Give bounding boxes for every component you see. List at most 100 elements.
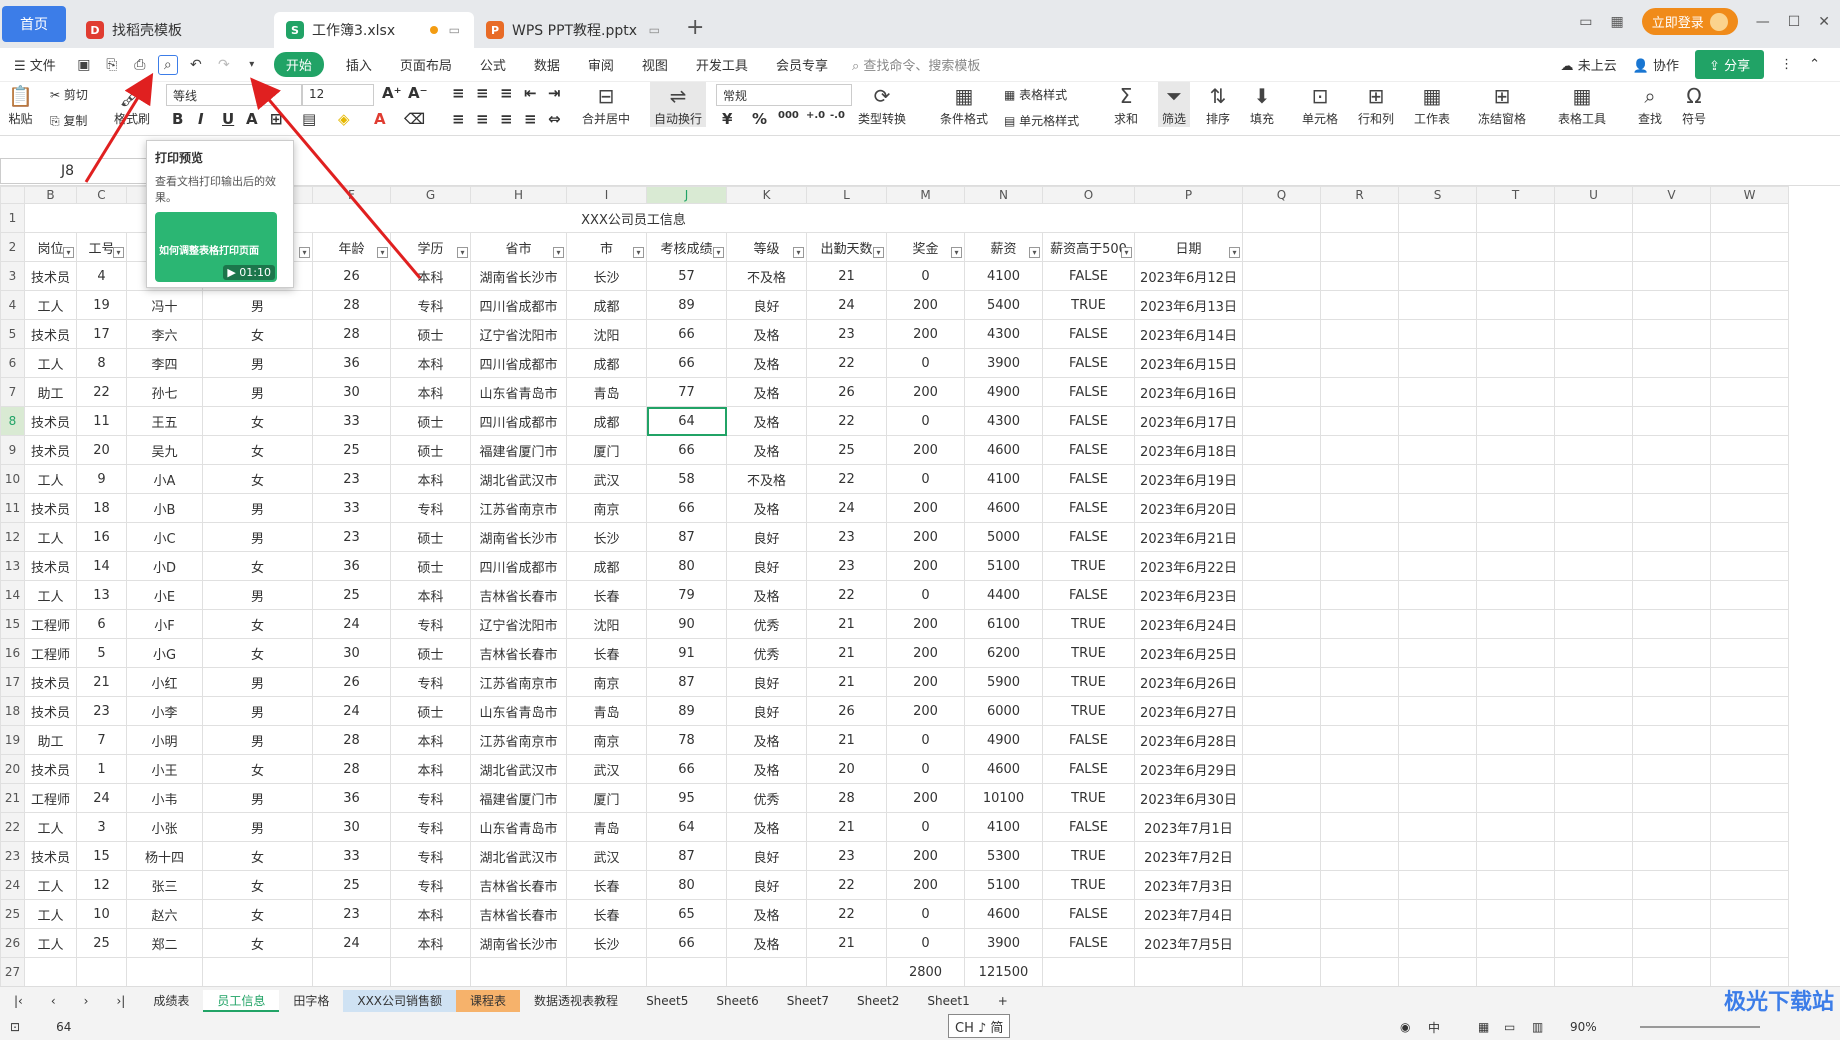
sheet-tab[interactable]: XXX公司销售额 bbox=[343, 989, 457, 1012]
row-header[interactable]: 8 bbox=[0, 406, 25, 436]
empty-cell[interactable] bbox=[1242, 899, 1321, 929]
table-cell[interactable]: 冯十 bbox=[126, 290, 203, 320]
row-header[interactable]: 10 bbox=[0, 464, 25, 494]
table-cell[interactable]: 25 bbox=[312, 435, 391, 465]
table-cell[interactable]: 200 bbox=[886, 377, 965, 407]
table-cell[interactable]: 200 bbox=[886, 870, 965, 900]
table-cell[interactable]: 南京 bbox=[566, 493, 647, 523]
table-cell[interactable]: 95 bbox=[646, 783, 727, 813]
table-cell[interactable]: 28 bbox=[312, 290, 391, 320]
table-cell[interactable]: 200 bbox=[886, 435, 965, 465]
table-cell[interactable]: 专科 bbox=[390, 290, 471, 320]
table-cell[interactable]: 28 bbox=[312, 725, 391, 755]
table-cell[interactable]: 本科 bbox=[390, 261, 471, 291]
empty-cell[interactable] bbox=[1242, 551, 1321, 581]
table-cell[interactable]: 11 bbox=[76, 406, 127, 436]
table-cell[interactable]: 4600 bbox=[964, 899, 1043, 929]
table-cell[interactable]: 21 bbox=[806, 261, 887, 291]
font-size-select[interactable]: 12 bbox=[302, 84, 374, 106]
empty-cell[interactable] bbox=[1710, 377, 1789, 407]
table-cell[interactable]: 技术员 bbox=[24, 435, 77, 465]
table-cell[interactable]: 200 bbox=[886, 493, 965, 523]
table-cell[interactable]: TRUE bbox=[1042, 667, 1135, 697]
table-cell[interactable]: 女 bbox=[202, 870, 313, 900]
empty-cell[interactable] bbox=[1632, 377, 1711, 407]
table-cell[interactable]: 优秀 bbox=[726, 783, 807, 813]
empty-cell[interactable] bbox=[1320, 928, 1399, 958]
percent-icon[interactable]: % bbox=[752, 110, 767, 128]
empty-cell[interactable] bbox=[1554, 522, 1633, 552]
table-cell[interactable]: 16 bbox=[76, 522, 127, 552]
copy-button[interactable]: ⎘ 复制 bbox=[50, 112, 87, 129]
empty-cell[interactable] bbox=[1320, 812, 1399, 842]
tab-start[interactable]: 开始 bbox=[273, 52, 324, 77]
freeze-pane-button[interactable]: ⊞ 冻结窗格 bbox=[1478, 82, 1526, 127]
fill-color-icon[interactable]: ◈ bbox=[338, 110, 350, 128]
table-cell[interactable]: 南京 bbox=[566, 725, 647, 755]
table-cell[interactable]: 200 bbox=[886, 638, 965, 668]
empty-cell[interactable] bbox=[1242, 406, 1321, 436]
indent-increase-icon[interactable]: ⇥ bbox=[548, 84, 561, 102]
empty-cell[interactable] bbox=[1554, 725, 1633, 755]
empty-cell[interactable] bbox=[1476, 203, 1555, 233]
empty-cell[interactable] bbox=[1476, 783, 1555, 813]
table-cell[interactable]: 男 bbox=[202, 290, 313, 320]
table-cell[interactable]: 10 bbox=[76, 899, 127, 929]
table-cell[interactable]: 21 bbox=[806, 725, 887, 755]
empty-cell[interactable] bbox=[1632, 957, 1711, 986]
column-title[interactable]: 薪资高于500 ▾ bbox=[1042, 232, 1135, 262]
table-cell[interactable]: TRUE bbox=[1042, 609, 1135, 639]
empty-cell[interactable] bbox=[1476, 841, 1555, 871]
table-cell[interactable]: 成都 bbox=[566, 551, 647, 581]
table-cell[interactable]: 专科 bbox=[390, 783, 471, 813]
table-cell[interactable]: 23 bbox=[806, 522, 887, 552]
table-cell[interactable]: 22 bbox=[806, 464, 887, 494]
table-cell[interactable]: 87 bbox=[646, 522, 727, 552]
empty-cell[interactable] bbox=[1320, 841, 1399, 871]
table-cell[interactable]: 24 bbox=[806, 290, 887, 320]
table-cell[interactable]: 武汉 bbox=[566, 841, 647, 871]
print-preview-icon[interactable]: ⌕ bbox=[157, 54, 178, 75]
cell-style-button[interactable]: ▤ 单元格样式 bbox=[1004, 112, 1079, 129]
table-cell[interactable]: 男 bbox=[202, 348, 313, 378]
table-cell[interactable]: FALSE bbox=[1042, 464, 1135, 494]
empty-cell[interactable] bbox=[1242, 203, 1321, 233]
table-cell[interactable]: TRUE bbox=[1042, 870, 1135, 900]
row-header[interactable]: 22 bbox=[0, 812, 25, 842]
table-cell[interactable]: 小C bbox=[126, 522, 203, 552]
align-center-icon[interactable]: ≡ bbox=[476, 110, 489, 128]
table-cell[interactable]: 79 bbox=[646, 580, 727, 610]
filter-dropdown-icon[interactable]: ▾ bbox=[299, 247, 310, 258]
cloud-status[interactable]: ☁ 未上云 bbox=[1561, 55, 1617, 74]
page-break-view-icon[interactable]: ▥ bbox=[1532, 1020, 1543, 1034]
empty-cell[interactable] bbox=[1632, 696, 1711, 726]
table-cell[interactable]: FALSE bbox=[1042, 725, 1135, 755]
empty-cell[interactable] bbox=[1476, 638, 1555, 668]
table-cell[interactable]: 25 bbox=[76, 928, 127, 958]
table-cell[interactable]: 66 bbox=[646, 348, 727, 378]
empty-cell[interactable] bbox=[1398, 493, 1477, 523]
name-box[interactable]: J8 bbox=[0, 158, 150, 184]
empty-cell[interactable] bbox=[1242, 754, 1321, 784]
empty-cell[interactable] bbox=[1476, 754, 1555, 784]
table-cell[interactable]: 22 bbox=[76, 377, 127, 407]
table-cell[interactable]: 江苏省南京市 bbox=[470, 725, 567, 755]
empty-cell[interactable] bbox=[1320, 580, 1399, 610]
table-cell[interactable]: 4100 bbox=[964, 812, 1043, 842]
empty-cell[interactable] bbox=[1398, 841, 1477, 871]
empty-cell[interactable] bbox=[312, 957, 391, 986]
table-cell[interactable]: 2023年6月21日 bbox=[1134, 522, 1243, 552]
table-cell[interactable]: FALSE bbox=[1042, 754, 1135, 784]
empty-cell[interactable] bbox=[1710, 812, 1789, 842]
empty-cell[interactable] bbox=[1476, 580, 1555, 610]
number-format-select[interactable]: 常规 bbox=[716, 84, 852, 106]
table-cell[interactable]: 吉林省长春市 bbox=[470, 899, 567, 929]
column-title[interactable]: 薪资 ▾ bbox=[964, 232, 1043, 262]
table-cell[interactable]: 20 bbox=[806, 754, 887, 784]
table-cell[interactable]: 0 bbox=[886, 261, 965, 291]
table-cell[interactable]: 4100 bbox=[964, 464, 1043, 494]
table-cell[interactable]: 工人 bbox=[24, 870, 77, 900]
empty-cell[interactable] bbox=[1476, 406, 1555, 436]
table-cell[interactable]: 19 bbox=[76, 290, 127, 320]
table-cell[interactable]: 女 bbox=[202, 551, 313, 581]
